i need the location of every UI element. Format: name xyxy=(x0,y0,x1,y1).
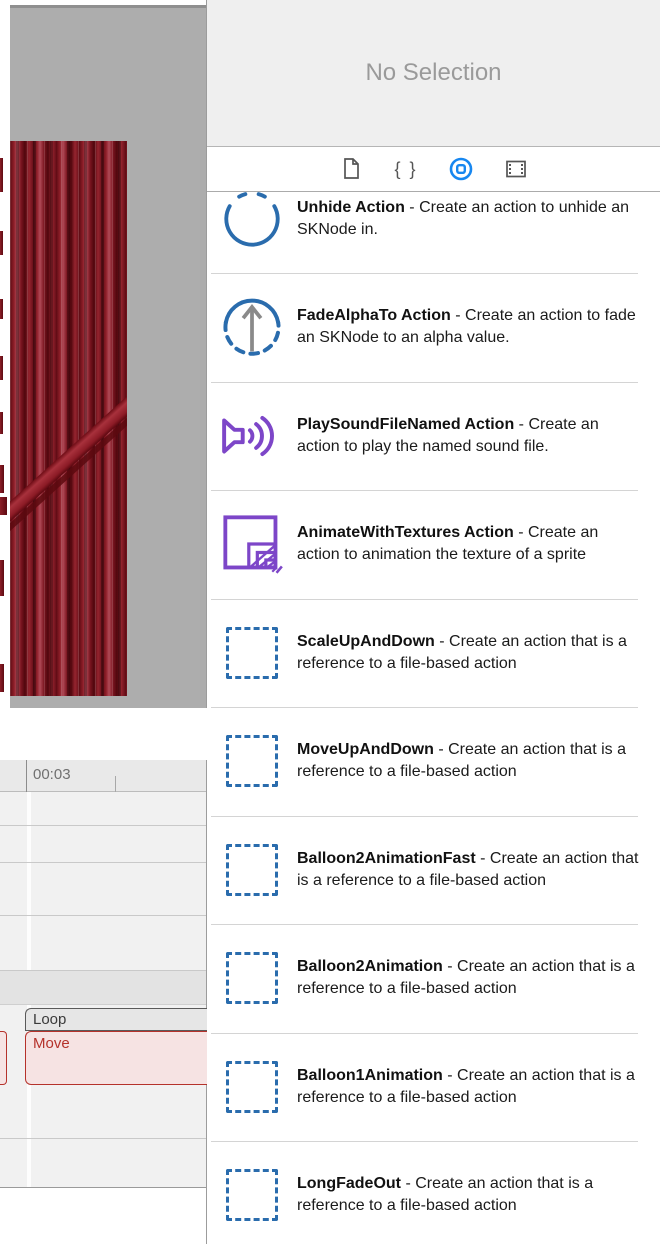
library-item-scaleupanddown[interactable]: ScaleUpAndDown - Create an action that i… xyxy=(207,599,660,708)
media-library-icon xyxy=(504,157,528,181)
dashed-square-file-action-icon xyxy=(226,952,278,1004)
tab-object-library-selected[interactable] xyxy=(448,156,474,182)
unhide-circle-icon xyxy=(222,192,282,249)
object-library-icon xyxy=(448,156,474,182)
dashed-square-file-action-icon xyxy=(226,627,278,679)
loop-label: Loop xyxy=(33,1011,66,1028)
xcode-spritekit-editor: − = + 00:03 Loop Move xyxy=(0,0,660,1244)
speaker-sound-icon xyxy=(220,410,284,462)
library-item-text: PlaySoundFileNamed Action - Create an ac… xyxy=(297,414,660,458)
timeline-zoom-toolbar: − = + xyxy=(0,708,207,760)
scene-editor-panel: − = + 00:03 Loop Move xyxy=(0,0,207,1244)
timeline-ruler[interactable]: 00:03 xyxy=(0,760,206,792)
edge-sprite-fragment xyxy=(0,356,3,380)
edge-sprite-fragment xyxy=(0,158,3,192)
library-item-text: AnimateWithTextures Action - Create an a… xyxy=(297,522,660,566)
clipped-action-bar xyxy=(0,1031,7,1085)
edge-sprite-fragment xyxy=(0,560,4,596)
curtain-tieband-shadow xyxy=(10,414,127,534)
library-item-unhide-action[interactable]: Unhide Action - Create an action to unhi… xyxy=(207,192,660,273)
dashed-square-file-action-icon xyxy=(226,1169,278,1221)
library-item-text: Balloon2AnimationFast - Create an action… xyxy=(297,848,660,892)
dashed-square-file-action-icon xyxy=(226,1061,278,1113)
track-separator xyxy=(0,825,206,826)
library-tabbar: { } xyxy=(207,147,660,192)
code-snippet-icon: { } xyxy=(394,159,417,180)
loop-action-bar[interactable]: Loop xyxy=(25,1008,207,1031)
edge-sprite-fragment xyxy=(0,465,4,493)
library-item-animatewithtextures-action[interactable]: AnimateWithTextures Action - Create an a… xyxy=(207,490,660,599)
scene-canvas[interactable] xyxy=(10,5,206,708)
track-separator xyxy=(0,1138,206,1139)
library-item-text: MoveUpAndDown - Create an action that is… xyxy=(297,739,660,783)
edge-sprite-fragment xyxy=(0,412,3,434)
dashed-square-file-action-icon xyxy=(226,844,278,896)
action-library-list: Unhide Action - Create an action to unhi… xyxy=(207,192,660,1244)
track-group-band xyxy=(0,970,206,1005)
layered-textures-icon xyxy=(221,512,283,576)
track-separator xyxy=(0,862,206,863)
inspector-header: No Selection xyxy=(207,0,660,147)
library-item-balloon2animationfast[interactable]: Balloon2AnimationFast - Create an action… xyxy=(207,816,660,925)
utilities-panel: No Selection { } xyxy=(207,0,660,1244)
library-item-text: Balloon1Animation - Create an action tha… xyxy=(297,1065,660,1109)
tab-code-snippet-library[interactable]: { } xyxy=(393,156,419,182)
library-item-text: LongFadeOut - Create an action that is a… xyxy=(297,1173,660,1217)
move-action-bar[interactable]: Move xyxy=(25,1031,207,1085)
tab-media-library[interactable] xyxy=(503,156,529,182)
edge-sprite-fragment xyxy=(0,231,3,255)
track-separator xyxy=(0,915,206,916)
library-item-text: FadeAlphaTo Action - Create an action to… xyxy=(297,305,660,349)
edge-sprite-fragment xyxy=(0,664,4,692)
timeline-scale-slider-area xyxy=(0,1188,206,1244)
fade-alpha-circle-arrow-icon xyxy=(221,296,283,358)
tab-file-template-library[interactable] xyxy=(338,156,364,182)
file-template-icon xyxy=(339,157,363,181)
library-item-text: ScaleUpAndDown - Create an action that i… xyxy=(297,631,660,675)
timeline-timecode: 00:03 xyxy=(33,766,71,783)
edge-sprite-fragment xyxy=(0,497,7,515)
library-item-text: Unhide Action - Create an action to unhi… xyxy=(297,197,660,241)
timeline-tracks[interactable] xyxy=(0,792,206,1188)
edge-sprite-fragment xyxy=(0,299,3,319)
library-item-balloon2animation[interactable]: Balloon2Animation - Create an action tha… xyxy=(207,924,660,1033)
library-item-playsoundfilenamed-action[interactable]: PlaySoundFileNamed Action - Create an ac… xyxy=(207,382,660,491)
library-item-text: Balloon2Animation - Create an action tha… xyxy=(297,956,660,1000)
ruler-gutter-divider xyxy=(26,760,27,792)
move-label: Move xyxy=(33,1035,70,1052)
library-item-fadealphato-action[interactable]: FadeAlphaTo Action - Create an action to… xyxy=(207,273,660,382)
library-item-balloon1animation[interactable]: Balloon1Animation - Create an action tha… xyxy=(207,1033,660,1142)
curtain-tieband xyxy=(10,395,127,521)
library-item-longfadeout[interactable]: LongFadeOut - Create an action that is a… xyxy=(207,1141,660,1244)
ruler-tick xyxy=(115,776,116,792)
dashed-square-file-action-icon xyxy=(226,735,278,787)
library-item-moveupanddown[interactable]: MoveUpAndDown - Create an action that is… xyxy=(207,707,660,816)
curtain-sprite[interactable] xyxy=(10,141,127,696)
no-selection-label: No Selection xyxy=(365,59,501,87)
